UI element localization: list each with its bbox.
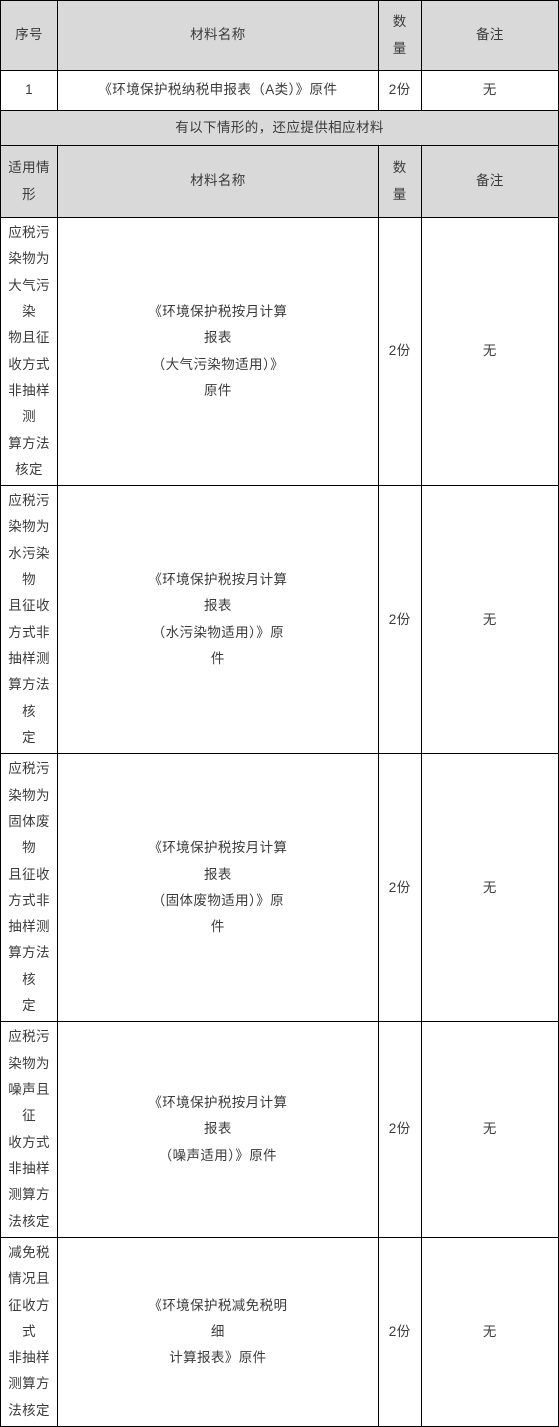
cell-remark: 无 (420, 216, 559, 487)
header-cell-applicable-case: 适用情形 (0, 145, 59, 218)
band-note-text: 有以下情形的，还应提供相应材料 (0, 110, 559, 146)
cell-remark: 无 (420, 70, 559, 111)
cell-quantity: 2份 (377, 753, 422, 1023)
cell-remark: 无 (420, 1021, 559, 1238)
cell-quantity: 2份 (377, 1021, 422, 1238)
cell-remark: 无 (420, 753, 559, 1023)
cell-quantity: 2份 (377, 1236, 422, 1427)
cell-material-name: 《环境保护税按月计算 报表 （噪声适用）》原件 (57, 1021, 379, 1238)
cell-material-name: 《环境保护税按月计算 报表 （固体废物适用）》原 件 (57, 753, 379, 1023)
table-row: 应税污染物为水污染物 且征收 方式非抽样测算方法核 定 《环境保护税按月计算 报… (0, 485, 559, 755)
header-cell-quantity-secondary: 数 量 (377, 145, 422, 218)
cell-quantity: 2份 (377, 216, 422, 487)
table-header-row-secondary: 适用情形 材料名称 数 量 备注 (0, 145, 559, 218)
cell-applicable-case: 应税污染物为大气污染 物且征收方式非抽样测 算方法核定 (0, 216, 59, 487)
table-row: 减免税情况且征收方式 非抽样 测算方法核定 《环境保护税减免税明 细 计算报表》… (0, 1236, 559, 1427)
table-band-note-row: 有以下情形的，还应提供相应材料 (0, 110, 559, 146)
cell-applicable-case: 应税污染物为水污染物 且征收 方式非抽样测算方法核 定 (0, 485, 59, 755)
required-materials-table: 序号 材料名称 数 量 备注 1 《环境保护税纳税申报表（A类）》原件 2份 无… (0, 0, 559, 1427)
cell-material-name: 《环境保护税减免税明 细 计算报表》原件 (57, 1236, 379, 1427)
cell-remark: 无 (420, 1236, 559, 1427)
table-row: 1 《环境保护税纳税申报表（A类）》原件 2份 无 (0, 70, 559, 111)
table-row: 应税污染物为大气污染 物且征收方式非抽样测 算方法核定 《环境保护税按月计算 报… (0, 216, 559, 487)
cell-quantity: 2份 (377, 70, 422, 111)
cell-applicable-case: 减免税情况且征收方式 非抽样 测算方法核定 (0, 1236, 59, 1427)
header-cell-seq: 序号 (0, 0, 59, 71)
table-row: 应税污染物为噪声且征 收方式 非抽样测算方法核定 《环境保护税按月计算 报表 （… (0, 1021, 559, 1238)
cell-material-name: 《环境保护税纳税申报表（A类）》原件 (57, 70, 379, 111)
cell-applicable-case: 应税污染物为固体废物 且征收 方式非抽样测算方法核 定 (0, 753, 59, 1023)
header-cell-material-name: 材料名称 (57, 0, 379, 71)
cell-seq: 1 (0, 70, 59, 111)
header-cell-material-name-secondary: 材料名称 (57, 145, 379, 218)
cell-material-name: 《环境保护税按月计算 报表 （大气污染物适用）》 原件 (57, 216, 379, 487)
table-header-row-primary: 序号 材料名称 数 量 备注 (0, 0, 559, 71)
cell-applicable-case: 应税污染物为噪声且征 收方式 非抽样测算方法核定 (0, 1021, 59, 1238)
cell-remark: 无 (420, 485, 559, 755)
cell-quantity: 2份 (377, 485, 422, 755)
cell-material-name: 《环境保护税按月计算 报表 （水污染物适用）》原 件 (57, 485, 379, 755)
header-cell-remark-secondary: 备注 (420, 145, 559, 218)
header-cell-quantity: 数 量 (377, 0, 422, 71)
header-cell-remark: 备注 (420, 0, 559, 71)
table-row: 应税污染物为固体废物 且征收 方式非抽样测算方法核 定 《环境保护税按月计算 报… (0, 753, 559, 1023)
